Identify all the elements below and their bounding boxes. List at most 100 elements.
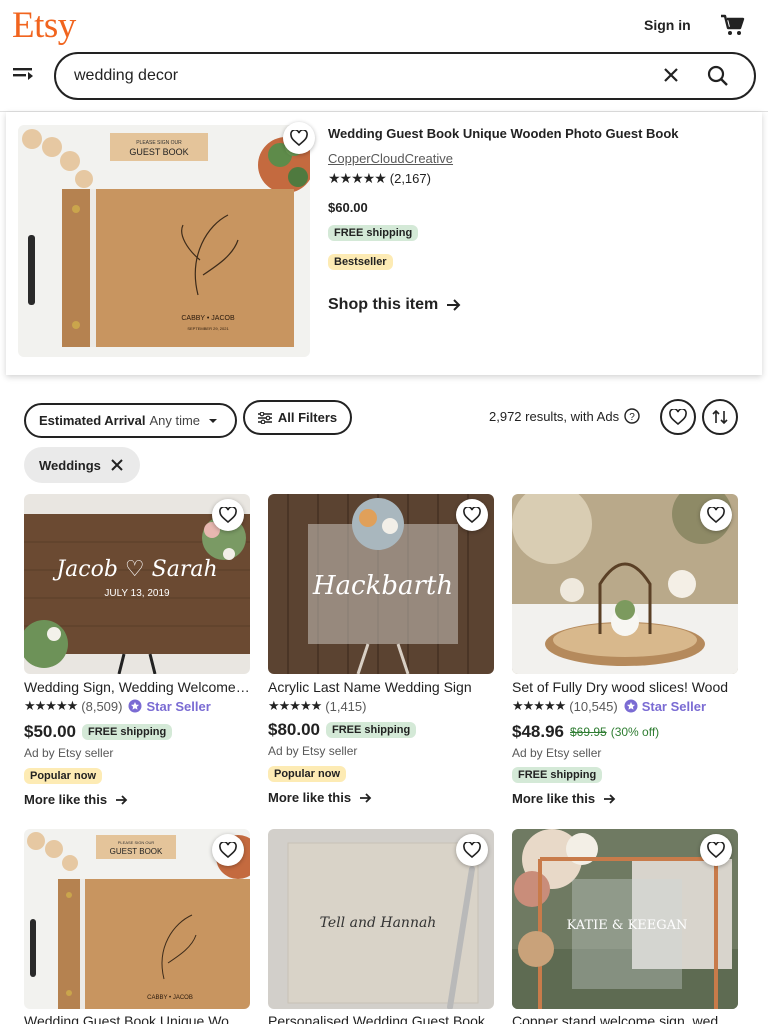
- star-seller-badge: Star Seller: [624, 699, 706, 714]
- arrow-right-icon: [604, 793, 616, 804]
- ad-label: Ad by Etsy seller: [512, 746, 602, 760]
- free-shipping-badge: FREE shipping: [328, 225, 419, 241]
- rating-count: (8,509): [81, 698, 123, 714]
- listing-price-row: $50.00 FREE shipping: [24, 722, 173, 742]
- image-names: KATIE & KEEGAN: [567, 918, 688, 933]
- image-date: SEPTEMBER 29, 2021: [187, 326, 229, 331]
- listing-price: $50.00: [24, 722, 76, 741]
- heart-icon: [463, 842, 481, 858]
- bestseller-badge: Bestseller: [328, 254, 393, 270]
- favorite-button[interactable]: [700, 499, 732, 531]
- results-count: 2,972 results, with Ads ?: [489, 408, 640, 424]
- listing-title[interactable]: Wedding Sign, Wedding Welcome Sign: [24, 679, 250, 695]
- listing-price-row: $48.96 $69.95 (30% off): [512, 722, 659, 742]
- star-seller-label: Star Seller: [641, 698, 707, 714]
- image-text-main: GUEST BOOK: [129, 147, 188, 157]
- image-text-main: GUEST BOOK: [110, 847, 163, 856]
- listing-rating: ★★★★★ (10,545) Star Seller: [512, 698, 706, 714]
- star-rating-icon: ★★★★★: [268, 698, 322, 713]
- arrow-right-icon: [360, 792, 372, 803]
- help-icon[interactable]: ?: [624, 408, 640, 424]
- favorite-button[interactable]: [700, 834, 732, 866]
- image-date: JULY 13, 2019: [104, 588, 170, 599]
- image-text-top: PLEASE SIGN OUR: [136, 140, 182, 146]
- close-icon[interactable]: [111, 459, 123, 471]
- caret-down-icon: [209, 418, 218, 423]
- all-filters-button[interactable]: All Filters: [243, 400, 352, 435]
- star-rating-icon: ★★★★★: [328, 170, 387, 186]
- ad-label: Ad by Etsy seller: [268, 744, 358, 758]
- popular-now-badge: Popular now: [268, 766, 346, 782]
- image-script: Tell and Hannah: [320, 915, 437, 931]
- etsy-logo[interactable]: Etsy: [12, 4, 76, 47]
- star-seller-icon: [128, 699, 142, 713]
- star-seller-label: Star Seller: [146, 698, 211, 714]
- free-shipping-badge: FREE shipping: [82, 724, 173, 740]
- favorite-button[interactable]: [212, 499, 244, 531]
- more-like-this-link[interactable]: More like this: [24, 792, 129, 807]
- search-bar[interactable]: wedding decor: [54, 52, 756, 100]
- arrival-label: Estimated Arrival: [39, 413, 146, 428]
- rating-count: (2,167): [389, 171, 431, 186]
- estimated-arrival-dropdown[interactable]: Estimated Arrival Any time: [24, 403, 237, 438]
- star-seller-badge: Star Seller: [128, 698, 211, 714]
- listing-title[interactable]: Acrylic Last Name Wedding Sign: [268, 679, 494, 695]
- sort-icon: [712, 409, 728, 425]
- star-seller-icon: [624, 699, 638, 713]
- listing-title[interactable]: Wedding Guest Book Unique Wooden: [24, 1013, 250, 1024]
- heart-icon: [707, 842, 725, 858]
- ad-label: Ad by Etsy seller: [24, 746, 114, 760]
- featured-price: $60.00: [328, 200, 368, 215]
- save-search-button[interactable]: [660, 399, 696, 435]
- search-input[interactable]: wedding decor: [74, 67, 178, 85]
- listing-rating: ★★★★★ (1,415): [268, 698, 366, 714]
- more-like-this-label: More like this: [268, 790, 352, 805]
- sort-button[interactable]: [702, 399, 738, 435]
- listing-title[interactable]: Copper stand welcome sign, wedding: [512, 1013, 738, 1024]
- search-icon[interactable]: [706, 64, 730, 88]
- listing-title[interactable]: Personalised Wedding Guest Book: [268, 1013, 494, 1024]
- favorite-button[interactable]: [456, 499, 488, 531]
- featured-listing[interactable]: PLEASE SIGN OUR GUEST BOOK CABBY • JACOB…: [6, 112, 762, 375]
- clear-search-icon[interactable]: [662, 66, 680, 84]
- heart-icon: [707, 507, 725, 523]
- original-price: $69.95: [570, 725, 607, 739]
- discount: (30% off): [610, 725, 660, 739]
- listing-price: $80.00: [268, 720, 320, 739]
- popular-now-badge: Popular now: [24, 768, 102, 784]
- free-shipping-badge: FREE shipping: [326, 722, 417, 738]
- favorite-button[interactable]: [283, 122, 315, 154]
- image-names: CABBY • JACOB: [147, 995, 193, 1001]
- results-text: 2,972 results, with Ads: [489, 408, 620, 424]
- rating-count: (10,545): [569, 698, 618, 714]
- featured-rating: ★★★★★ (2,167): [328, 170, 431, 187]
- heart-icon: [219, 507, 237, 523]
- listing-price: $48.96: [512, 722, 564, 741]
- more-like-this-link[interactable]: More like this: [268, 790, 373, 805]
- image-text-top: PLEASE SIGN OUR: [118, 840, 155, 845]
- featured-title[interactable]: Wedding Guest Book Unique Wooden Photo G…: [328, 126, 679, 141]
- filter-icon: [257, 411, 272, 424]
- arrow-right-icon: [447, 299, 461, 311]
- image-names: CABBY • JACOB: [181, 315, 235, 322]
- arrival-value: Any time: [149, 413, 201, 428]
- sign-in-link[interactable]: Sign in: [644, 17, 691, 33]
- menu-icon[interactable]: [13, 66, 35, 84]
- all-filters-label: All Filters: [277, 410, 338, 425]
- shop-this-item-link[interactable]: Shop this item: [328, 296, 462, 314]
- featured-shop-link[interactable]: CopperCloudCreative: [328, 151, 453, 166]
- image-names: Jacob ♡ Sarah: [52, 557, 217, 582]
- arrow-right-icon: [116, 794, 128, 805]
- weddings-filter-chip[interactable]: Weddings: [24, 447, 140, 483]
- favorite-button[interactable]: [212, 834, 244, 866]
- featured-image[interactable]: PLEASE SIGN OUR GUEST BOOK CABBY • JACOB…: [18, 125, 310, 357]
- free-shipping-badge: FREE shipping: [512, 767, 603, 783]
- listing-title[interactable]: Set of Fully Dry wood slices! Wood: [512, 679, 738, 695]
- favorite-button[interactable]: [456, 834, 488, 866]
- star-rating-icon: ★★★★★: [512, 698, 566, 713]
- cart-icon[interactable]: [719, 12, 745, 38]
- image-name: Hackbarth: [312, 571, 453, 601]
- more-like-this-label: More like this: [24, 792, 108, 807]
- more-like-this-link[interactable]: More like this: [512, 791, 617, 806]
- listing-price-row: $80.00 FREE shipping: [268, 720, 417, 740]
